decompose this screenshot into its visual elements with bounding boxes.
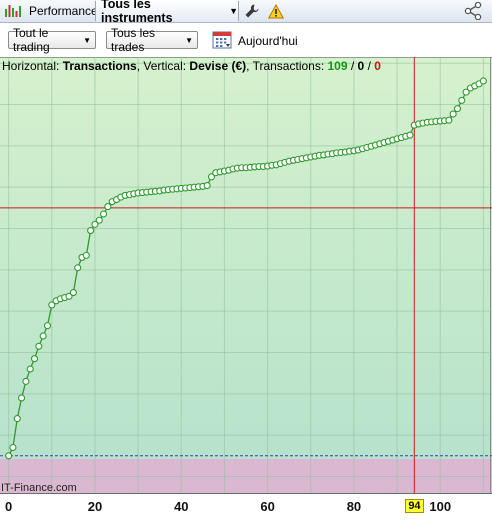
transactions-total: 109 bbox=[327, 59, 348, 73]
data-point bbox=[13, 415, 21, 423]
data-point bbox=[445, 116, 453, 124]
trading-filter-label: Tout le trading bbox=[13, 26, 50, 54]
data-point bbox=[22, 377, 30, 385]
data-point bbox=[203, 181, 211, 190]
horizontal-prefix: Horizontal: bbox=[2, 59, 63, 73]
share-icon bbox=[464, 2, 482, 20]
data-point bbox=[9, 443, 17, 452]
x-tick-label: 40 bbox=[174, 499, 189, 514]
data-point bbox=[406, 131, 414, 139]
trading-filter-dropdown[interactable]: Tout le trading ▼ bbox=[8, 26, 96, 54]
positive-zone bbox=[0, 57, 492, 459]
x-tick-label: 60 bbox=[260, 499, 275, 514]
data-point bbox=[74, 264, 82, 272]
data-point bbox=[39, 332, 47, 340]
data-point bbox=[100, 210, 108, 218]
performance-chart[interactable] bbox=[0, 57, 492, 519]
data-point bbox=[18, 394, 26, 402]
trades-filter-dropdown[interactable]: Tous les trades ▼ bbox=[106, 26, 198, 54]
data-point bbox=[43, 322, 52, 330]
wrench-button[interactable] bbox=[244, 0, 260, 22]
chevron-down-icon: ▼ bbox=[229, 6, 238, 16]
warning-icon bbox=[268, 3, 284, 18]
performance-tab-label: Performance bbox=[29, 4, 98, 18]
vertical-value: Devise (€) bbox=[189, 59, 247, 73]
watermark: IT-Finance.com bbox=[1, 482, 77, 494]
data-point bbox=[5, 452, 13, 460]
x-tick-label: 0 bbox=[5, 499, 13, 514]
x-tick-label: 80 bbox=[346, 499, 362, 514]
x-tick-label: 100 bbox=[429, 499, 452, 514]
performance-tab[interactable]: Performance bbox=[4, 0, 98, 22]
chevron-down-icon: ▼ bbox=[185, 35, 193, 45]
chart-info-bar: Horizontal: Transactions, Vertical: Devi… bbox=[2, 59, 381, 73]
data-point bbox=[82, 251, 90, 259]
data-point bbox=[95, 216, 103, 224]
data-point bbox=[69, 289, 77, 297]
wrench-icon bbox=[245, 4, 259, 18]
data-point bbox=[453, 105, 462, 113]
transactions-prefix: , Transactions: bbox=[246, 59, 328, 73]
data-point bbox=[26, 365, 34, 373]
warning-button[interactable] bbox=[268, 0, 284, 22]
calendar-icon bbox=[212, 31, 232, 49]
data-point bbox=[87, 227, 95, 235]
date-label: Aujourd'hui bbox=[238, 34, 298, 48]
horizontal-value: Transactions bbox=[62, 59, 137, 73]
share-button[interactable] bbox=[464, 0, 484, 22]
trades-filter-label: Tous les trades bbox=[111, 26, 156, 54]
data-point bbox=[35, 342, 43, 350]
active-tab-accent bbox=[96, 20, 238, 22]
divider bbox=[238, 1, 239, 21]
transactions-last: 0 bbox=[374, 59, 381, 73]
top-bar: Performance Tous les instruments ▼ bbox=[0, 0, 492, 25]
count-separator: / bbox=[364, 59, 375, 73]
data-point bbox=[458, 96, 466, 104]
count-separator: / bbox=[347, 59, 358, 73]
chevron-down-icon: ▼ bbox=[83, 35, 91, 45]
cursor-x-label: 94 bbox=[405, 499, 424, 513]
x-tick-label: 20 bbox=[87, 499, 103, 514]
data-point bbox=[449, 110, 457, 118]
vertical-prefix: , Vertical: bbox=[136, 59, 190, 73]
performance-chart-icon bbox=[5, 5, 21, 17]
data-point bbox=[479, 77, 487, 85]
date-picker-button[interactable] bbox=[212, 30, 233, 53]
equity-curve-plot[interactable] bbox=[0, 57, 492, 519]
data-point bbox=[30, 355, 39, 363]
data-point bbox=[104, 203, 112, 211]
instruments-dropdown[interactable]: Tous les instruments ▼ bbox=[96, 0, 238, 25]
